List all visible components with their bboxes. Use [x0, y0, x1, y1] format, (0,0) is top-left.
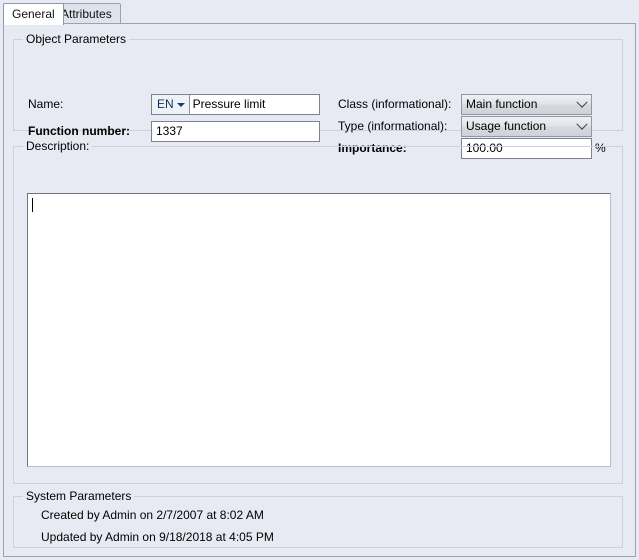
- name-label: Name:: [28, 96, 63, 112]
- tab-attributes-label: Attributes: [61, 7, 112, 21]
- language-picker-button[interactable]: EN: [152, 95, 190, 114]
- chevron-down-icon: [573, 101, 591, 109]
- object-parameters-group: Object Parameters Name: EN Pressure limi…: [13, 39, 623, 131]
- active-tab-notch: [4, 22, 48, 24]
- description-legend: Description:: [23, 140, 92, 152]
- type-select-value: Usage function: [462, 117, 573, 136]
- description-group: Description:: [13, 146, 623, 484]
- class-label: Class (informational):: [338, 96, 451, 112]
- name-input[interactable]: EN Pressure limit: [151, 94, 320, 115]
- language-code-label: EN: [157, 95, 174, 114]
- created-by-text: Created by Admin on 2/7/2007 at 8:02 AM: [41, 507, 264, 523]
- function-number-value: 1337: [156, 124, 183, 138]
- type-label: Type (informational):: [338, 118, 447, 134]
- system-parameters-legend: System Parameters: [23, 490, 134, 502]
- system-parameters-group: System Parameters Created by Admin on 2/…: [13, 496, 623, 548]
- type-select[interactable]: Usage function: [461, 116, 592, 137]
- text-caret: [32, 198, 33, 212]
- object-properties-window: General Attributes Object Parameters Nam…: [0, 0, 639, 560]
- caret-down-icon: [177, 103, 185, 107]
- chevron-down-icon: [573, 123, 591, 131]
- tab-strip: General Attributes: [3, 3, 636, 25]
- name-value: Pressure limit: [190, 95, 319, 114]
- description-textarea[interactable]: [27, 193, 611, 467]
- class-select[interactable]: Main function: [461, 94, 592, 115]
- tab-general-label: General: [12, 7, 55, 21]
- function-number-label: Function number:: [28, 123, 130, 139]
- tab-content-panel: Object Parameters Name: EN Pressure limi…: [3, 23, 636, 557]
- function-number-input[interactable]: 1337: [151, 121, 320, 142]
- updated-by-text: Updated by Admin on 9/18/2018 at 4:05 PM: [41, 529, 274, 545]
- object-parameters-legend: Object Parameters: [23, 33, 129, 45]
- class-select-value: Main function: [462, 95, 573, 114]
